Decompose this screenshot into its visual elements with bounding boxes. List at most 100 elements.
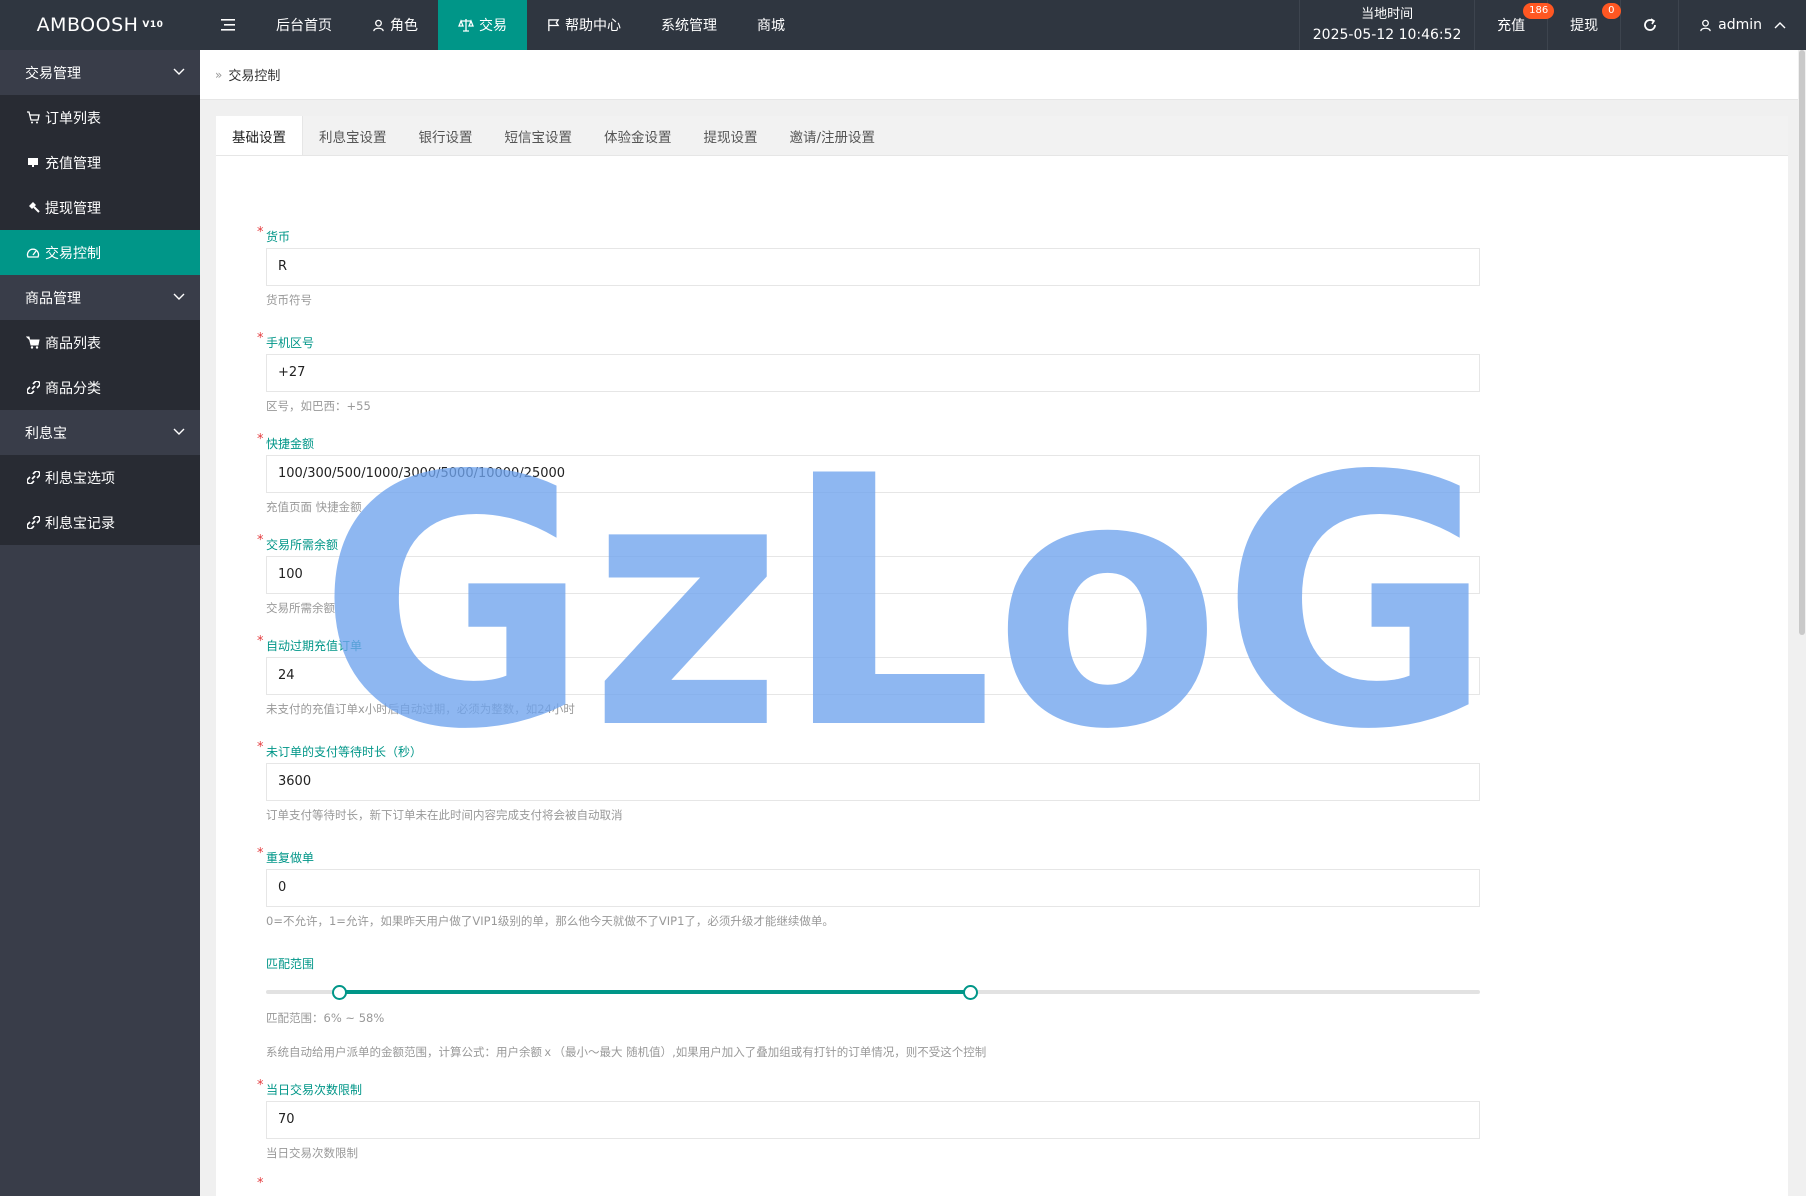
field-label: * 货币: [257, 225, 291, 244]
tab-sms[interactable]: 短信宝设置: [489, 116, 589, 155]
field-quick-amount: * 快捷金额 100/300/500/1000/3000/5000/10000/2…: [256, 432, 1480, 515]
field-help: 未支付的充值订单x小时后自动过期，必须为整数，如24小时: [266, 702, 575, 716]
chevron-down-icon: [173, 293, 185, 300]
field-label: * 重复做单: [257, 846, 315, 865]
field-min-balance: * 交易所需余额 100 交易所需余额: [256, 533, 1480, 616]
tab-trial-fund[interactable]: 体验金设置: [588, 116, 688, 155]
tab-interest[interactable]: 利息宝设置: [303, 116, 403, 155]
recharge-button[interactable]: 充值 186: [1475, 0, 1555, 50]
sidebar-item-trade-control[interactable]: 交易控制: [0, 230, 200, 275]
withdraw-button[interactable]: 提现 0: [1548, 0, 1622, 50]
sidebar-group-label: 利息宝: [25, 425, 67, 442]
sidebar: 交易管理 订单列表 充值管理 提现管理 交易控制 商品管理 商品列表 商品分类 …: [0, 50, 200, 1196]
user-icon: [1700, 19, 1711, 31]
field-help: 当日交易次数限制: [266, 1146, 358, 1160]
nav-home-label: 后台首页: [276, 18, 332, 34]
logo-text: AMBOOSH: [36, 14, 139, 36]
tab-withdraw[interactable]: 提现设置: [688, 116, 774, 155]
field-label: * 自动过期充值订单: [257, 634, 363, 653]
nav-help[interactable]: 帮助中心: [527, 0, 641, 50]
pay-wait-input[interactable]: 3600: [266, 763, 1480, 801]
breadcrumb-separator-icon: »: [215, 67, 223, 82]
phone-code-input[interactable]: +27: [266, 354, 1480, 392]
sidebar-item-goods-list[interactable]: 商品列表: [0, 320, 200, 365]
tab-bank[interactable]: 银行设置: [403, 116, 489, 155]
sidebar-item-recharge[interactable]: 充值管理: [0, 140, 200, 185]
sidebar-item-goods-category[interactable]: 商品分类: [0, 365, 200, 410]
nav-mall[interactable]: 商城: [737, 0, 805, 50]
link-icon: [26, 381, 40, 394]
logo[interactable]: AMBOOSH V10: [0, 0, 200, 50]
repeat-order-input[interactable]: 0: [266, 869, 1480, 907]
sidebar-group-label: 商品管理: [25, 290, 81, 307]
sidebar-item-label: 提现管理: [45, 200, 101, 217]
slider-handle-max[interactable]: [963, 985, 979, 1000]
withdraw-label: 提现: [1570, 18, 1599, 34]
breadcrumb-current[interactable]: 交易控制: [228, 65, 280, 84]
nav-system[interactable]: 系统管理: [641, 0, 737, 50]
nav-role-label: 角色: [390, 18, 418, 34]
menu-toggle-button[interactable]: [200, 0, 256, 50]
field-next-partial: *: [256, 1176, 1476, 1196]
min-balance-input[interactable]: 100: [266, 556, 1480, 594]
field-label: * 未订单的支付等待时长（秒）: [257, 740, 423, 759]
sidebar-item-interest-options[interactable]: 利息宝选项: [0, 455, 200, 500]
link-icon: [26, 471, 40, 484]
field-label: * 交易所需余额: [257, 533, 339, 552]
nav-trade-label: 交易: [479, 18, 507, 34]
field-help: 货币符号: [266, 293, 312, 307]
top-right: 当地时间 2025-05-12 10:46:52 充值 186 提现 0 adm…: [1299, 0, 1806, 50]
withdraw-badge: 0: [1602, 3, 1621, 19]
chevron-down-icon: [173, 68, 185, 75]
settings-panel: 基础设置 利息宝设置 银行设置 短信宝设置 体验金设置 提现设置 邀请/注册设置…: [216, 116, 1788, 1196]
field-label: 匹配范围: [266, 957, 315, 971]
sidebar-group-trade[interactable]: 交易管理: [0, 50, 200, 95]
vertical-scrollbar[interactable]: [1798, 50, 1806, 1196]
user-menu[interactable]: admin: [1679, 0, 1806, 50]
gauge-icon: [26, 248, 40, 258]
field-currency: * 货币 R 货币符号: [256, 225, 1480, 308]
nav-role[interactable]: 角色: [352, 0, 438, 50]
field-help: 0=不允许，1=允许，如果昨天用户做了VIP1级别的单，那么他今天就做不了VIP…: [266, 914, 834, 928]
match-range-slider[interactable]: [266, 985, 1480, 1000]
field-phone-code: * 手机区号 +27 区号，如巴西：+55: [256, 331, 1480, 414]
sidebar-item-label: 充值管理: [45, 155, 101, 172]
field-label: * 快捷金额: [257, 432, 315, 451]
field-help: 充值页面 快捷金额: [266, 500, 362, 514]
time-value: 2025-05-12 10:46:52: [1312, 27, 1462, 43]
sidebar-item-orders[interactable]: 订单列表: [0, 95, 200, 140]
daily-limit-input[interactable]: 70: [266, 1101, 1480, 1139]
nav-home[interactable]: 后台首页: [256, 0, 352, 50]
scrollbar-thumb[interactable]: [1799, 50, 1805, 635]
refresh-icon: [1643, 18, 1656, 31]
sidebar-item-interest-records[interactable]: 利息宝记录: [0, 500, 200, 545]
sidebar-item-label: 利息宝选项: [45, 470, 115, 487]
chevron-down-icon: [173, 428, 185, 435]
field-daily-limit: * 当日交易次数限制 70 当日交易次数限制: [256, 1078, 1480, 1161]
tab-basic[interactable]: 基础设置: [216, 116, 303, 155]
refresh-button[interactable]: [1621, 0, 1680, 50]
breadcrumb: » 交易控制: [200, 50, 1806, 100]
nav-trade[interactable]: 交易: [438, 0, 527, 50]
sidebar-item-label: 利息宝记录: [45, 515, 115, 532]
tab-invite-register[interactable]: 邀请/注册设置: [774, 116, 892, 155]
sidebar-item-withdraw[interactable]: 提现管理: [0, 185, 200, 230]
field-label: * 当日交易次数限制: [257, 1078, 363, 1097]
currency-input[interactable]: R: [266, 248, 1480, 286]
sidebar-group-goods[interactable]: 商品管理: [0, 275, 200, 320]
link-icon: [26, 516, 40, 529]
field-help: 交易所需余额: [266, 601, 335, 615]
slider-handle-min[interactable]: [331, 985, 347, 1000]
cart-filled-icon: [26, 336, 40, 349]
auto-expire-input[interactable]: 24: [266, 657, 1480, 695]
quick-amount-input[interactable]: 100/300/500/1000/3000/5000/10000/25000: [266, 455, 1480, 493]
user-icon: [373, 19, 384, 31]
field-repeat-order: * 重复做单 0 0=不允许，1=允许，如果昨天用户做了VIP1级别的单，那么他今…: [256, 846, 1480, 929]
top-nav: 后台首页 角色 交易 帮助中心 系统管理 商城: [200, 0, 805, 50]
settings-tabs: 基础设置 利息宝设置 银行设置 短信宝设置 体验金设置 提现设置 邀请/注册设置: [216, 116, 1788, 156]
field-pay-wait: * 未订单的支付等待时长（秒） 3600 订单支付等待时长，新下订单未在此时间内容…: [256, 740, 1480, 823]
flag-icon: [548, 18, 560, 31]
field-label: * 手机区号: [257, 331, 315, 350]
main-content: » 交易控制 基础设置 利息宝设置 银行设置 短信宝设置 体验金设置 提现设置 …: [200, 50, 1806, 1196]
sidebar-group-interest[interactable]: 利息宝: [0, 410, 200, 455]
